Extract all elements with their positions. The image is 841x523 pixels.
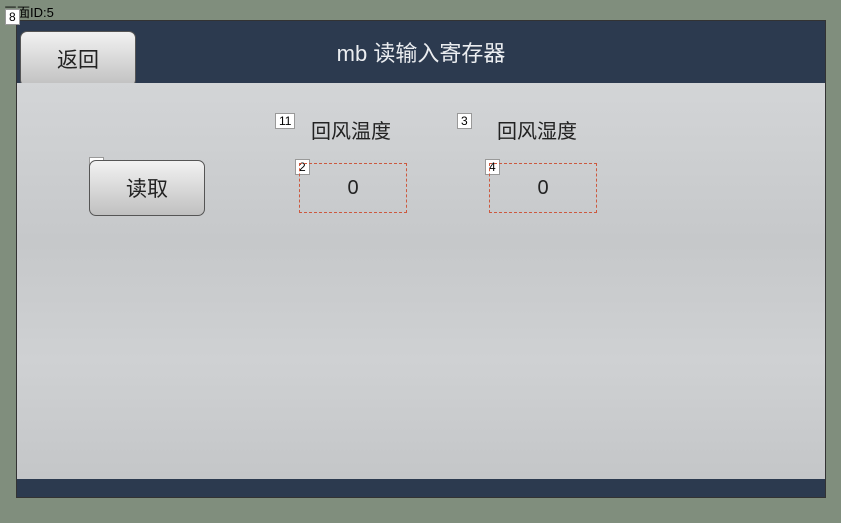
footer-bar (17, 479, 825, 497)
page-title: mb 读输入寄存器 (337, 36, 506, 68)
tag-temp-label: 11 (275, 113, 295, 129)
humidity-label: 回风湿度 (497, 115, 577, 144)
content-area: 11 回风温度 3 回风湿度 1 读取 2 0 4 0 (17, 83, 825, 479)
tag-humidity-label: 3 (457, 113, 472, 129)
back-button[interactable]: 返回 (20, 31, 136, 87)
read-button[interactable]: 读取 (89, 160, 205, 216)
temp-label: 回风温度 (311, 115, 391, 144)
main-window: mb 读输入寄存器 8 返回 11 回风温度 3 回风湿度 1 读取 2 0 4… (16, 20, 826, 498)
header-bar: mb 读输入寄存器 8 返回 (17, 21, 825, 83)
temp-value[interactable]: 0 (299, 163, 407, 213)
humidity-value[interactable]: 0 (489, 163, 597, 213)
tag-back: 8 (5, 9, 20, 25)
